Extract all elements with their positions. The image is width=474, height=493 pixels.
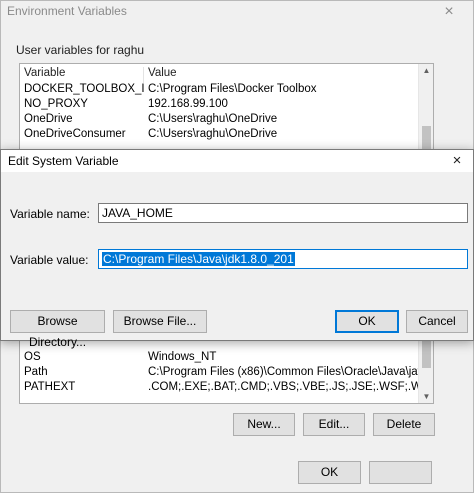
- edit-button[interactable]: Edit...: [303, 413, 365, 436]
- cancel-button[interactable]: Cancel: [406, 310, 468, 333]
- column-header-value[interactable]: Value: [148, 67, 177, 79]
- scroll-thumb[interactable]: [422, 340, 431, 368]
- variable-value-cell: Windows_NT: [148, 351, 217, 363]
- variable-name-cell: DOCKER_TOOLBOX_INSTA...: [24, 83, 144, 95]
- list-item[interactable]: Path C:\Program Files (x86)\Common Files…: [20, 366, 433, 381]
- new-button[interactable]: New...: [233, 413, 295, 436]
- list-item[interactable]: OneDrive C:\Users\raghu\OneDrive: [20, 113, 420, 128]
- variable-name-label: Variable name:: [10, 207, 90, 221]
- list-header: Variable Value: [20, 67, 420, 83]
- variable-name-cell: OneDrive: [24, 113, 73, 125]
- list-item[interactable]: NO_PROXY 192.168.99.100: [20, 98, 420, 113]
- scroll-down-arrow-icon[interactable]: ▼: [419, 390, 433, 403]
- dialog-titlebar: Edit System Variable ×: [1, 150, 473, 172]
- variable-name-field[interactable]: JAVA_HOME: [98, 203, 468, 223]
- cancel-button[interactable]: [369, 461, 432, 484]
- browse-file-button[interactable]: Browse File...: [113, 310, 207, 333]
- variable-value-cell: C:\Program Files (x86)\Common Files\Orac…: [148, 366, 434, 378]
- variable-name-cell: Path: [24, 366, 48, 378]
- variable-value-cell: .COM;.EXE;.BAT;.CMD;.VBS;.VBE;.JS;.JSE;.…: [148, 381, 433, 393]
- variable-name-cell: PATHEXT: [24, 381, 76, 393]
- list-item[interactable]: PATHEXT .COM;.EXE;.BAT;.CMD;.VBS;.VBE;.J…: [20, 381, 433, 396]
- user-variables-list[interactable]: Variable Value DOCKER_TOOLBOX_INSTA... C…: [19, 63, 434, 158]
- close-icon[interactable]: ×: [447, 151, 467, 171]
- column-separator[interactable]: [143, 67, 144, 83]
- browse-directory-button[interactable]: Browse Directory...: [10, 310, 105, 349]
- variable-value-cell: C:\Users\raghu\OneDrive: [148, 113, 278, 125]
- scroll-up-arrow-icon[interactable]: ▲: [419, 64, 433, 78]
- variable-value-field[interactable]: C:\Program Files\Java\jdk1.8.0_201: [98, 249, 468, 269]
- variable-value-cell: C:\Program Files\Docker Toolbox: [148, 83, 317, 95]
- list-item[interactable]: OS Windows_NT: [20, 351, 420, 366]
- vertical-scrollbar[interactable]: ▼: [418, 332, 433, 403]
- close-icon[interactable]: ×: [435, 1, 463, 23]
- list-item[interactable]: OneDriveConsumer C:\Users\raghu\OneDrive: [20, 128, 420, 143]
- variable-value-cell: C:\Users\raghu\OneDrive: [148, 128, 278, 140]
- variable-value-cell: 192.168.99.100: [148, 98, 228, 110]
- column-header-variable[interactable]: Variable: [24, 67, 144, 79]
- ok-button[interactable]: OK: [298, 461, 361, 484]
- dialog-title: Edit System Variable: [8, 154, 119, 168]
- ok-button[interactable]: OK: [335, 310, 399, 333]
- vertical-scrollbar[interactable]: ▲: [418, 64, 433, 157]
- variable-name-cell: OneDriveConsumer: [24, 128, 126, 140]
- user-variables-label: User variables for raghu: [16, 43, 145, 57]
- variable-name-cell: NO_PROXY: [24, 98, 88, 110]
- delete-button[interactable]: Delete: [373, 413, 435, 436]
- list-item[interactable]: DOCKER_TOOLBOX_INSTA... C:\Program Files…: [20, 83, 420, 98]
- edit-system-variable-dialog: Edit System Variable × Variable name: JA…: [0, 149, 474, 349]
- selected-text: C:\Program Files\Java\jdk1.8.0_201: [102, 252, 295, 266]
- window-title: Environment Variables: [7, 4, 127, 18]
- variable-value-label: Variable value:: [10, 253, 89, 267]
